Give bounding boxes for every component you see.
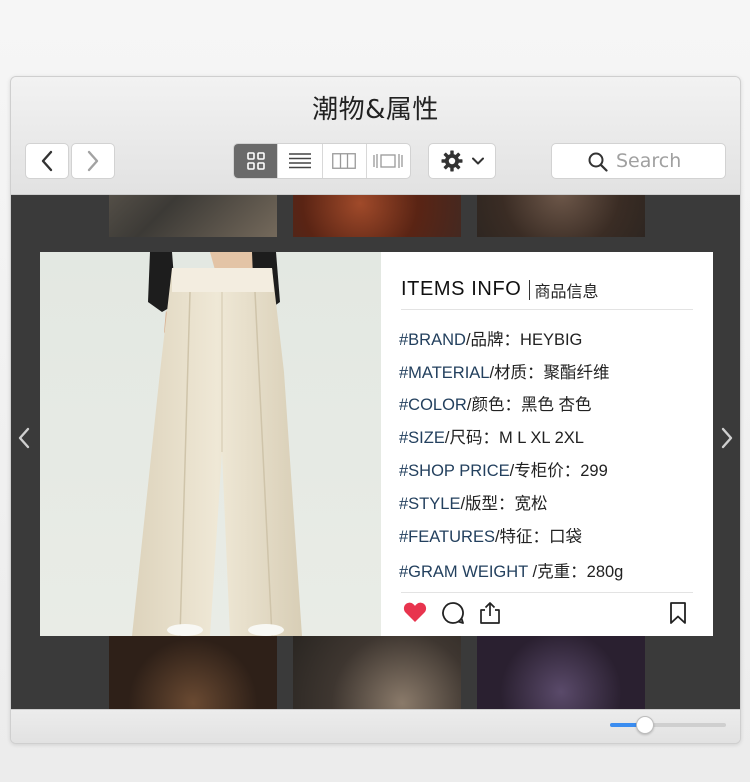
attribute-row: #STYLE/版型：宽松	[399, 490, 548, 514]
zoom-slider-knob[interactable]	[636, 716, 654, 734]
title-bar: 潮物&属性	[11, 77, 740, 195]
chevron-left-icon	[41, 150, 53, 172]
gear-icon	[441, 150, 463, 172]
attribute-row: #MATERIAL/材质：聚酯纤维	[399, 359, 610, 383]
grid-view-icon	[246, 152, 265, 170]
search-input[interactable]	[616, 150, 736, 172]
chevron-right-icon	[87, 150, 99, 172]
thumbnail-image[interactable]	[477, 195, 645, 237]
thumbnail-image[interactable]	[293, 195, 461, 237]
attribute-tag: #SIZE	[399, 429, 445, 447]
attribute-row: #BRAND/品牌：HEYBIG	[399, 326, 582, 350]
attribute-tag: #SHOP PRICE	[399, 462, 510, 480]
grid-view-button[interactable]	[234, 144, 279, 178]
status-bar	[11, 709, 740, 743]
attribute-tag: #COLOR	[399, 396, 467, 414]
list-view-icon	[288, 153, 311, 169]
column-view-button[interactable]	[323, 144, 367, 178]
thumbnail-image[interactable]	[109, 195, 277, 237]
attribute-row: #FEATURES/特征：口袋	[399, 523, 582, 547]
attribute-row: #COLOR/颜色：黑色 杏色	[399, 391, 592, 415]
attribute-tag: #BRAND	[399, 331, 466, 349]
column-view-icon	[332, 153, 357, 169]
attribute-tag: #MATERIAL	[399, 364, 490, 382]
share-icon[interactable]	[479, 601, 501, 625]
wide-leg-pants-illustration	[40, 252, 381, 636]
forward-button[interactable]	[71, 143, 115, 179]
previous-arrow-icon[interactable]	[17, 427, 31, 449]
title-divider	[529, 279, 531, 300]
product-card: ITEMS INFO 商品信息 #BRAND/品牌：HEYBIG #MATERI…	[40, 252, 713, 636]
attribute-value: /版型：宽松	[460, 495, 548, 513]
list-view-button[interactable]	[278, 144, 323, 178]
attribute-tag: #FEATURES	[399, 528, 495, 546]
search-icon	[588, 152, 608, 172]
thumbnail-image[interactable]	[293, 636, 461, 710]
search-field[interactable]	[551, 143, 736, 179]
attribute-row: #SIZE/尺码：M L XL 2XL	[399, 424, 584, 448]
view-mode-segmented-control	[233, 143, 411, 179]
attribute-value: /颜色：黑色 杏色	[466, 396, 592, 414]
attribute-value: /品牌：HEYBIG	[465, 331, 583, 349]
window-title: 潮物&属性	[312, 95, 439, 125]
action-bar	[401, 592, 693, 634]
back-button[interactable]	[25, 143, 69, 179]
info-subtitle: 商品信息	[534, 281, 599, 301]
browser-content: ITEMS INFO 商品信息 #BRAND/品牌：HEYBIG #MATERI…	[11, 195, 740, 710]
comment-icon[interactable]	[441, 601, 465, 625]
product-photo	[40, 252, 381, 636]
attribute-tag: #GRAM WEIGHT	[399, 563, 528, 581]
attribute-value: /特征：口袋	[494, 528, 583, 546]
attribute-value: /材质：聚酯纤维	[489, 364, 610, 382]
next-arrow-icon[interactable]	[720, 427, 734, 449]
attribute-value: /专柜价：299	[509, 462, 608, 480]
attribute-row: #SHOP PRICE/专柜价：299	[399, 457, 608, 481]
attribute-row: #GRAM WEIGHT /克重：280g	[399, 558, 623, 582]
chevron-down-icon	[472, 157, 484, 165]
info-header: ITEMS INFO 商品信息	[401, 270, 693, 310]
item-info-panel: ITEMS INFO 商品信息 #BRAND/品牌：HEYBIG #MATERI…	[381, 252, 713, 636]
cover-flow-button[interactable]	[367, 144, 410, 178]
action-menu-button[interactable]	[428, 143, 496, 179]
attribute-tag: #STYLE	[399, 495, 461, 513]
thumbnail-image[interactable]	[477, 636, 645, 710]
attribute-value: /克重：280g	[527, 563, 624, 581]
finder-window: 潮物&属性 Search ITEMS INFO 商品信息 #BRAND/品牌：H…	[10, 76, 741, 744]
heart-icon[interactable]	[403, 601, 427, 623]
bookmark-icon[interactable]	[669, 601, 687, 625]
thumbnail-image[interactable]	[109, 636, 277, 710]
zoom-slider[interactable]	[610, 716, 726, 734]
attribute-value: /尺码：M L XL 2XL	[444, 429, 584, 447]
cover-flow-icon	[373, 154, 404, 168]
info-title: ITEMS INFO	[401, 278, 522, 300]
